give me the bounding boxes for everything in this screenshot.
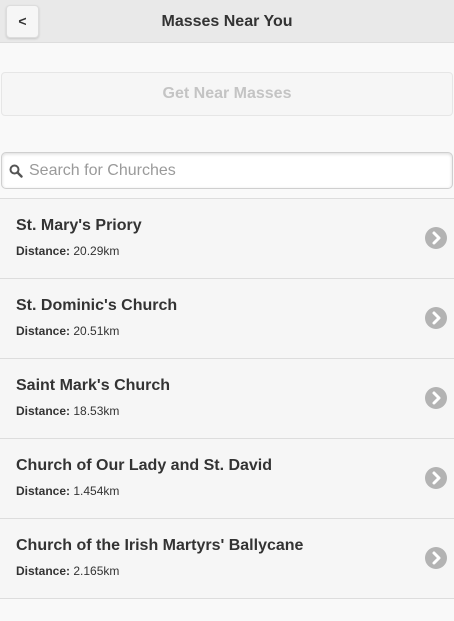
list-item[interactable]: St. Dominic's Church Distance: 20.51km <box>0 279 454 359</box>
church-name: St. Mary's Priory <box>16 217 142 234</box>
distance-label: Distance: <box>16 484 71 498</box>
distance-label: Distance: <box>16 404 71 418</box>
list-item[interactable]: Church of Our Lady and St. David Distanc… <box>0 439 454 519</box>
list-item[interactable]: Saint Mark's Church Distance: 18.53km <box>0 359 454 439</box>
chevron-right-icon[interactable] <box>425 547 447 569</box>
distance-value: 18.53km <box>73 404 120 418</box>
chevron-right-icon[interactable] <box>425 387 447 409</box>
chevron-right-icon[interactable] <box>425 227 447 249</box>
get-near-masses-button[interactable]: Get Near Masses <box>1 72 453 116</box>
church-name: Church of the Irish Martyrs' Ballycane <box>16 537 304 554</box>
church-name: St. Dominic's Church <box>16 297 178 314</box>
church-name: Church of Our Lady and St. David <box>16 457 273 474</box>
distance-value: 20.29km <box>73 244 120 258</box>
distance-label: Distance: <box>16 324 71 338</box>
list-item[interactable]: Church of the Irish Martyrs' Ballycane D… <box>0 519 454 599</box>
church-name: Saint Mark's Church <box>16 377 171 394</box>
distance-label: Distance: <box>16 244 71 258</box>
church-list: St. Mary's Priory Distance: 20.29km St. … <box>0 198 454 599</box>
chevron-right-icon[interactable] <box>425 467 447 489</box>
distance-value: 1.454km <box>73 484 120 498</box>
chevron-right-icon[interactable] <box>425 307 447 329</box>
search-box <box>1 152 453 189</box>
search-input[interactable] <box>29 153 444 188</box>
distance-value: 2.165km <box>73 564 120 578</box>
page-title: Masses Near You <box>161 13 293 30</box>
church-distance: Distance: 20.51km <box>16 324 119 338</box>
church-distance: Distance: 20.29km <box>16 244 119 258</box>
church-distance: Distance: 2.165km <box>16 564 119 578</box>
search-icon <box>9 164 23 178</box>
header-bar: < Masses Near You <box>0 0 454 43</box>
list-item[interactable]: St. Mary's Priory Distance: 20.29km <box>0 199 454 279</box>
church-distance: Distance: 1.454km <box>16 484 119 498</box>
distance-label: Distance: <box>16 564 71 578</box>
distance-value: 20.51km <box>73 324 120 338</box>
church-distance: Distance: 18.53km <box>16 404 119 418</box>
